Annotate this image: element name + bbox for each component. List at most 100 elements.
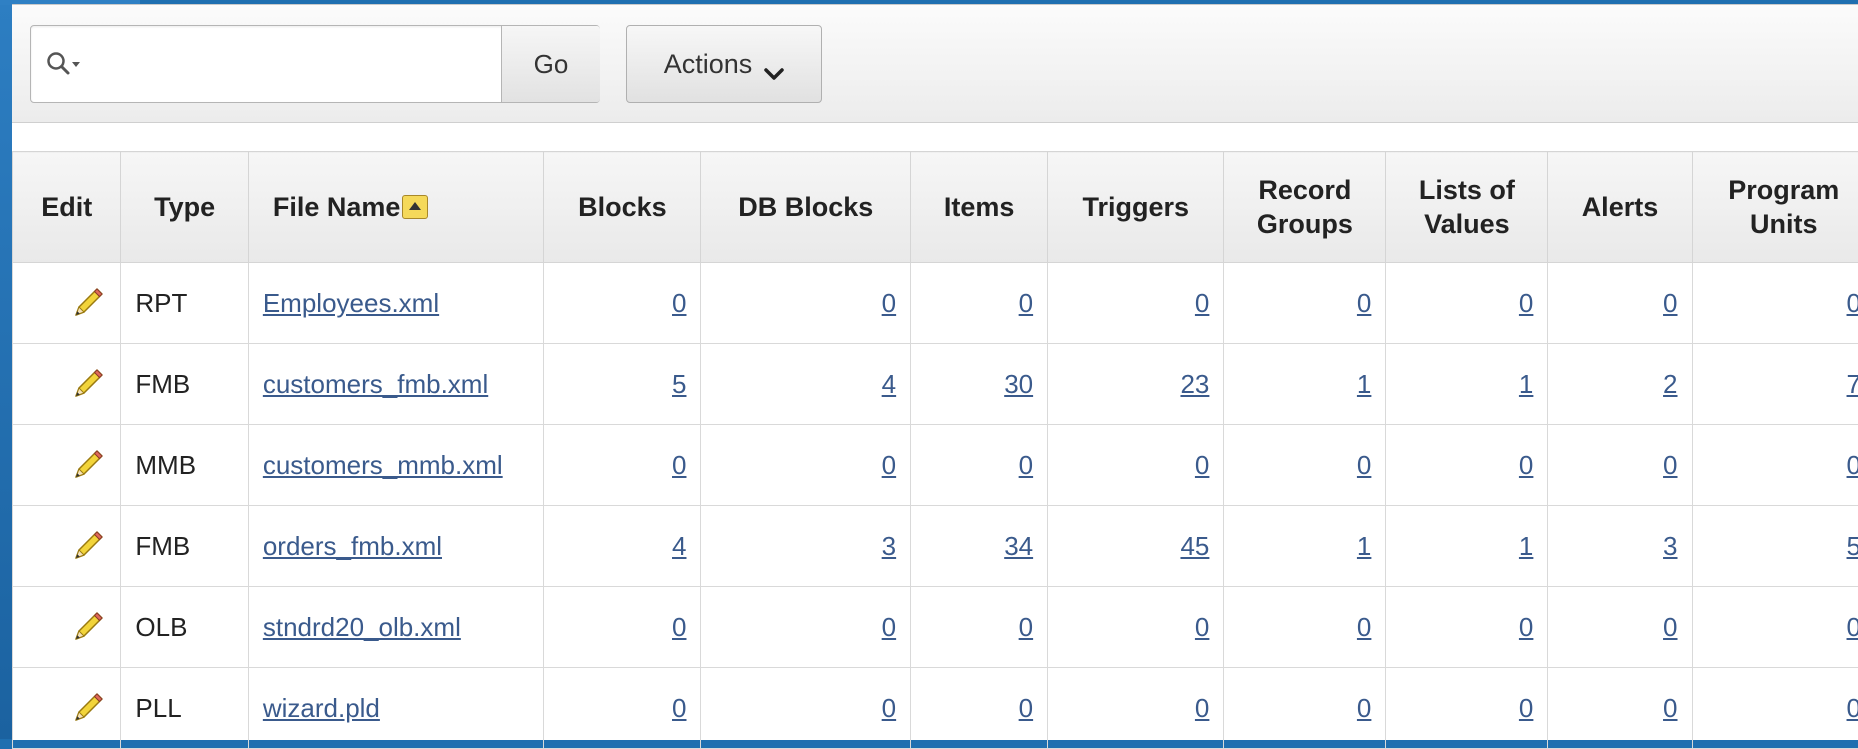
record-groups-link[interactable]: 1 <box>1357 369 1371 399</box>
lists-of-values-link[interactable]: 0 <box>1519 693 1533 723</box>
triggers-cell: 0 <box>1048 263 1224 344</box>
file-name-link[interactable]: wizard.pld <box>263 693 380 723</box>
table-row: OLB stndrd20_olb.xml 0 0 0 0 0 0 0 0 <box>13 587 1858 668</box>
column-header-lists-of-values[interactable]: Lists ofValues <box>1386 152 1548 263</box>
record-groups-cell: 0 <box>1224 587 1386 668</box>
db-blocks-cell: 3 <box>701 506 911 587</box>
lists-of-values-link[interactable]: 1 <box>1519 369 1533 399</box>
items-cell: 30 <box>911 344 1048 425</box>
column-header-file-name[interactable]: File Name <box>248 152 543 263</box>
edit-cell <box>13 506 121 587</box>
triggers-link[interactable]: 0 <box>1195 288 1209 318</box>
blocks-link[interactable]: 0 <box>672 288 686 318</box>
blocks-cell: 5 <box>544 344 701 425</box>
edit-cell <box>13 668 121 749</box>
alerts-link[interactable]: 3 <box>1663 531 1677 561</box>
search-input[interactable] <box>99 36 503 94</box>
program-units-cell: 7 <box>1692 344 1858 425</box>
column-header-type[interactable]: Type <box>121 152 248 263</box>
record-groups-link[interactable]: 0 <box>1357 288 1371 318</box>
blocks-link[interactable]: 5 <box>672 369 686 399</box>
alerts-link[interactable]: 0 <box>1663 612 1677 642</box>
triggers-link[interactable]: 0 <box>1195 612 1209 642</box>
actions-menu-button[interactable]: Actions <box>626 25 822 103</box>
triggers-cell: 23 <box>1048 344 1224 425</box>
alerts-cell: 0 <box>1548 587 1692 668</box>
file-name-cell: stndrd20_olb.xml <box>248 587 543 668</box>
lists-of-values-link[interactable]: 0 <box>1519 612 1533 642</box>
alerts-cell: 0 <box>1548 263 1692 344</box>
triggers-link[interactable]: 0 <box>1195 693 1209 723</box>
record-groups-link[interactable]: 0 <box>1357 693 1371 723</box>
blocks-link[interactable]: 0 <box>672 693 686 723</box>
lists-of-values-link[interactable]: 0 <box>1519 450 1533 480</box>
type-cell: RPT <box>121 263 248 344</box>
db-blocks-link[interactable]: 4 <box>882 369 896 399</box>
items-link[interactable]: 30 <box>1004 369 1033 399</box>
blocks-link[interactable]: 0 <box>672 450 686 480</box>
file-name-link[interactable]: customers_mmb.xml <box>263 450 503 480</box>
pencil-icon[interactable] <box>70 285 106 321</box>
column-header-record-groups[interactable]: RecordGroups <box>1224 152 1386 263</box>
pencil-icon[interactable] <box>70 528 106 564</box>
blocks-link[interactable]: 0 <box>672 612 686 642</box>
db-blocks-cell: 0 <box>701 587 911 668</box>
alerts-cell: 2 <box>1548 344 1692 425</box>
program-units-link[interactable]: 0 <box>1847 450 1858 480</box>
column-header-edit[interactable]: Edit <box>13 152 121 263</box>
items-link[interactable]: 34 <box>1004 531 1033 561</box>
blocks-link[interactable]: 4 <box>672 531 686 561</box>
program-units-link[interactable]: 5 <box>1847 531 1858 561</box>
program-units-link[interactable]: 0 <box>1847 612 1858 642</box>
items-cell: 0 <box>911 587 1048 668</box>
edit-cell <box>13 344 121 425</box>
alerts-link[interactable]: 0 <box>1663 450 1677 480</box>
record-groups-link[interactable]: 0 <box>1357 612 1371 642</box>
file-name-link[interactable]: stndrd20_olb.xml <box>263 612 461 642</box>
db-blocks-link[interactable]: 3 <box>882 531 896 561</box>
file-name-link[interactable]: customers_fmb.xml <box>263 369 488 399</box>
items-link[interactable]: 0 <box>1019 450 1033 480</box>
column-header-alerts[interactable]: Alerts <box>1548 152 1692 263</box>
db-blocks-link[interactable]: 0 <box>882 693 896 723</box>
report-toolbar: Go Actions <box>12 5 1858 123</box>
items-link[interactable]: 0 <box>1019 693 1033 723</box>
alerts-link[interactable]: 0 <box>1663 288 1677 318</box>
column-header-blocks[interactable]: Blocks <box>544 152 701 263</box>
column-header-triggers[interactable]: Triggers <box>1048 152 1224 263</box>
program-units-link[interactable]: 0 <box>1847 693 1858 723</box>
chevron-down-icon <box>764 57 784 71</box>
program-units-link[interactable]: 7 <box>1847 369 1858 399</box>
column-header-items[interactable]: Items <box>911 152 1048 263</box>
pencil-icon[interactable] <box>70 366 106 402</box>
record-groups-link[interactable]: 0 <box>1357 450 1371 480</box>
search-icon[interactable] <box>45 50 85 80</box>
alerts-link[interactable]: 2 <box>1663 369 1677 399</box>
program-units-link[interactable]: 0 <box>1847 288 1858 318</box>
triggers-link[interactable]: 0 <box>1195 450 1209 480</box>
pencil-icon[interactable] <box>70 690 106 726</box>
triggers-link[interactable]: 45 <box>1180 531 1209 561</box>
lists-of-values-cell: 1 <box>1386 344 1548 425</box>
lists-of-values-link[interactable]: 1 <box>1519 531 1533 561</box>
column-header-db-blocks[interactable]: DB Blocks <box>701 152 911 263</box>
file-name-link[interactable]: Employees.xml <box>263 288 439 318</box>
table-row: FMB orders_fmb.xml 4 3 34 45 1 1 3 5 <box>13 506 1858 587</box>
column-header-program-units[interactable]: ProgramUnits <box>1692 152 1858 263</box>
items-link[interactable]: 0 <box>1019 612 1033 642</box>
record-groups-link[interactable]: 1 <box>1357 531 1371 561</box>
file-name-link[interactable]: orders_fmb.xml <box>263 531 442 561</box>
go-button[interactable]: Go <box>501 26 600 102</box>
db-blocks-link[interactable]: 0 <box>882 450 896 480</box>
triggers-link[interactable]: 23 <box>1180 369 1209 399</box>
pencil-icon[interactable] <box>70 609 106 645</box>
alerts-link[interactable]: 0 <box>1663 693 1677 723</box>
db-blocks-link[interactable]: 0 <box>882 288 896 318</box>
sort-ascending-icon[interactable] <box>402 195 428 219</box>
items-link[interactable]: 0 <box>1019 288 1033 318</box>
db-blocks-link[interactable]: 0 <box>882 612 896 642</box>
lists-of-values-link[interactable]: 0 <box>1519 288 1533 318</box>
header-row: Edit Type File Name Blocks DB Blocks Ite… <box>13 152 1858 263</box>
pencil-icon[interactable] <box>70 447 106 483</box>
record-groups-cell: 0 <box>1224 263 1386 344</box>
